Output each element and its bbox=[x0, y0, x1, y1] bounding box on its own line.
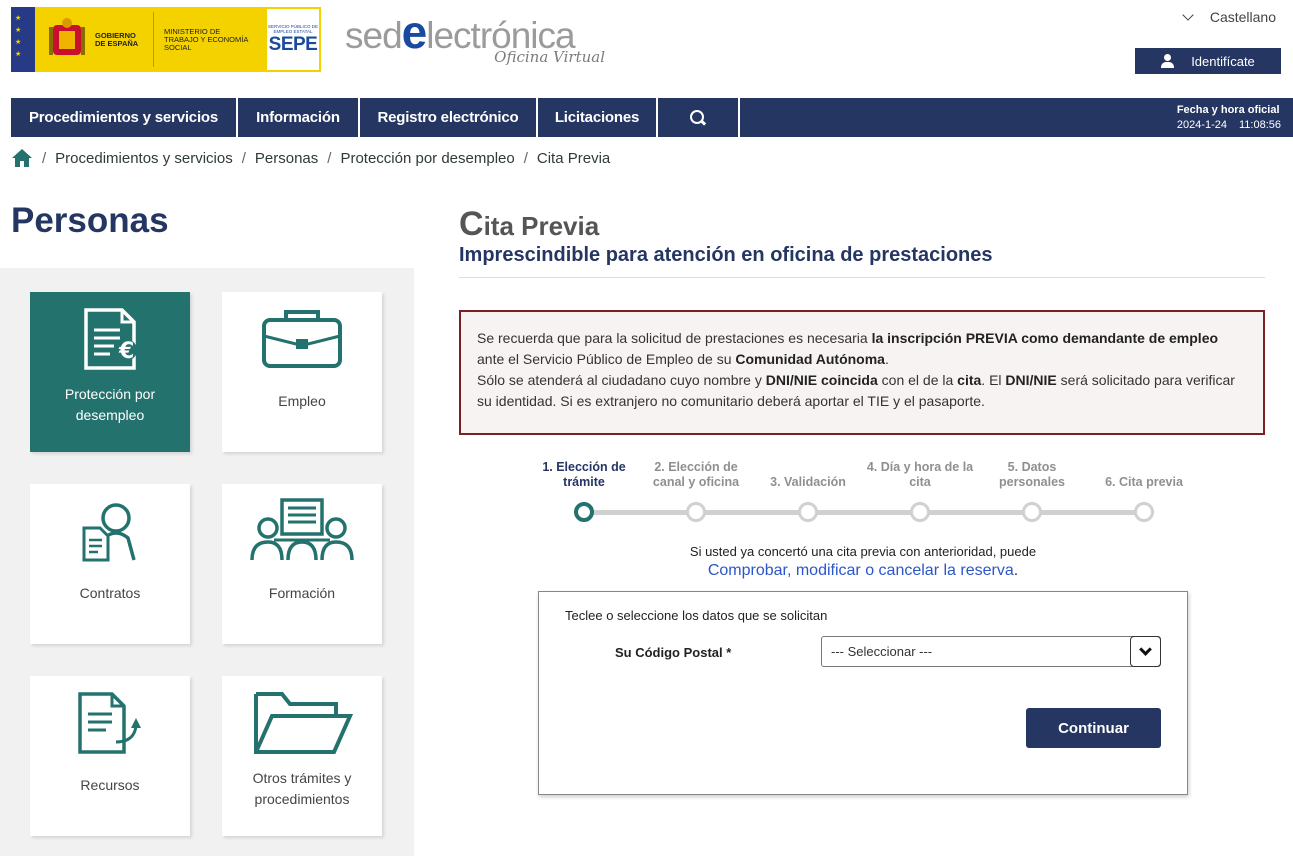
nav-item-informacion[interactable]: Información bbox=[238, 98, 360, 137]
tile-recursos[interactable]: Recursos bbox=[30, 676, 190, 836]
language-label: Castellano bbox=[1209, 9, 1276, 25]
search-button[interactable] bbox=[658, 98, 740, 137]
sepe-small-text: SERVICIO PÚBLICO DE EMPLEO ESTATAL bbox=[268, 23, 318, 34]
step-label-4: 4. Día y hora de la cita bbox=[866, 460, 974, 489]
nav-item-registro[interactable]: Registro electrónico bbox=[360, 98, 538, 137]
notice-box: Se recuerda que para la solicitud de pre… bbox=[459, 310, 1265, 435]
contract-person-icon bbox=[82, 503, 136, 562]
folder-icon bbox=[254, 692, 354, 754]
page-subtitle: Imprescindible para atención en oficina … bbox=[459, 244, 993, 266]
home-icon[interactable] bbox=[11, 148, 33, 168]
briefcase-icon bbox=[262, 310, 342, 368]
breadcrumb-cita-previa: Cita Previa bbox=[536, 149, 611, 167]
dropdown-button[interactable] bbox=[1130, 636, 1161, 667]
postal-code-select[interactable]: --- Seleccionar --- bbox=[821, 636, 1161, 667]
coat-of-arms-icon bbox=[49, 17, 85, 55]
continue-button[interactable]: Continuar bbox=[1026, 708, 1161, 748]
breadcrumb: / Procedimientos y servicios / Personas … bbox=[11, 148, 610, 168]
sede-e: e bbox=[401, 6, 428, 58]
divider bbox=[459, 277, 1265, 278]
step-label-1: 1. Elección de trámite bbox=[542, 460, 626, 489]
divider bbox=[153, 12, 154, 67]
date-value: 2024-1-24 bbox=[1176, 119, 1227, 131]
appointment-form: Teclee o seleccione los datos que se sol… bbox=[538, 591, 1188, 795]
chevron-down-icon bbox=[1139, 642, 1152, 656]
breadcrumb-proteccion[interactable]: Protección por desempleo bbox=[340, 150, 514, 167]
ministerio-text: MINISTERIO DE TRABAJO Y ECONOMÍA SOCIAL bbox=[164, 26, 248, 52]
document-return-icon bbox=[78, 692, 141, 754]
step-label-6: 6. Cita previa bbox=[1105, 475, 1183, 489]
nav-item-licitaciones[interactable]: Licitaciones bbox=[538, 98, 658, 137]
identify-button[interactable]: Identifícate bbox=[1135, 48, 1281, 74]
tile-contratos[interactable]: Contratos bbox=[30, 484, 190, 644]
manage-appointment-link[interactable]: Comprobar, modificar o cancelar la reser… bbox=[708, 562, 1014, 579]
step-label-2: 2. Elección de canal y oficina bbox=[652, 460, 740, 489]
tile-proteccion-desempleo[interactable]: € Protección por desempleo bbox=[30, 292, 190, 452]
step-dot-5 bbox=[1022, 502, 1042, 522]
official-datetime: Fecha y hora oficial 2024-1-24 11:08:56 bbox=[1177, 103, 1281, 133]
training-group-icon bbox=[250, 498, 354, 561]
nav-item-procedimientos[interactable]: Procedimientos y servicios bbox=[11, 98, 238, 137]
sidebar-title: Personas bbox=[11, 201, 169, 240]
breadcrumb-personas[interactable]: Personas bbox=[255, 150, 318, 167]
step-dot-3 bbox=[798, 502, 818, 522]
chevron-down-icon bbox=[1182, 8, 1194, 21]
postal-code-label: Su Código Postal * bbox=[615, 645, 732, 660]
tile-empleo[interactable]: Empleo bbox=[222, 292, 382, 452]
tile-formacion[interactable]: Formación bbox=[222, 484, 382, 644]
search-icon bbox=[690, 109, 706, 126]
user-icon bbox=[1161, 54, 1175, 68]
step-label-3: 3. Validación bbox=[770, 475, 846, 489]
postal-code-value: --- Seleccionar --- bbox=[831, 644, 933, 659]
step-dot-6 bbox=[1134, 502, 1154, 522]
breadcrumb-procedimientos[interactable]: Procedimientos y servicios bbox=[55, 150, 233, 167]
previous-appointment-text: Si usted ya concertó una cita previa con… bbox=[689, 544, 1037, 559]
step-dot-4 bbox=[910, 502, 930, 522]
page-title: Cita Previa bbox=[459, 205, 600, 243]
government-logo[interactable]: ★ ★ ★ ★ GOBIERNO DE ESPAÑA MINISTERIO DE TR… bbox=[11, 7, 321, 72]
steps-track bbox=[584, 510, 1144, 515]
sepe-big-text: SEPE bbox=[268, 33, 318, 55]
sede-electronica-logo[interactable]: sedelectrónica Oficina Virtual bbox=[345, 5, 610, 70]
sidebar-panel: € Protección por desempleo Empleo Contra… bbox=[0, 268, 414, 856]
gobierno-text: GOBIERNO DE ESPAÑA bbox=[95, 30, 139, 48]
form-hint: Teclee o seleccione los datos que se sol… bbox=[565, 608, 828, 623]
main-nav: Procedimientos y servicios Información R… bbox=[0, 98, 1293, 137]
identify-label: Identifícate bbox=[1191, 53, 1255, 69]
step-dot-1 bbox=[574, 502, 594, 522]
sepe-logo: SERVICIO PÚBLICO DE EMPLEO ESTATAL SEPE bbox=[265, 7, 321, 72]
document-euro-icon: € bbox=[84, 308, 137, 370]
tile-otros-tramites[interactable]: Otros trámites y procedimientos bbox=[222, 676, 382, 836]
sede-subtitle: Oficina Virtual bbox=[494, 48, 605, 66]
sede-pre: sed bbox=[345, 15, 403, 56]
time-value: 11:08:56 bbox=[1238, 119, 1281, 131]
step-label-5: 5. Datos personales bbox=[998, 460, 1065, 489]
gobierno-banner: GOBIERNO DE ESPAÑA MINISTERIO DE TRABAJO… bbox=[35, 7, 265, 72]
step-dot-2 bbox=[686, 502, 706, 522]
language-selector[interactable]: Castellano bbox=[1182, 8, 1276, 25]
previous-appointment-line: Comprobar, modificar o cancelar la reser… bbox=[707, 562, 1019, 579]
datetime-label: Fecha y hora oficial bbox=[1176, 104, 1280, 116]
svg-text:€: € bbox=[118, 339, 134, 364]
eu-flag-icon: ★ ★ ★ ★ bbox=[11, 7, 35, 72]
progress-steps: 1. Elección de trámite 2. Elección de ca… bbox=[542, 460, 1188, 530]
